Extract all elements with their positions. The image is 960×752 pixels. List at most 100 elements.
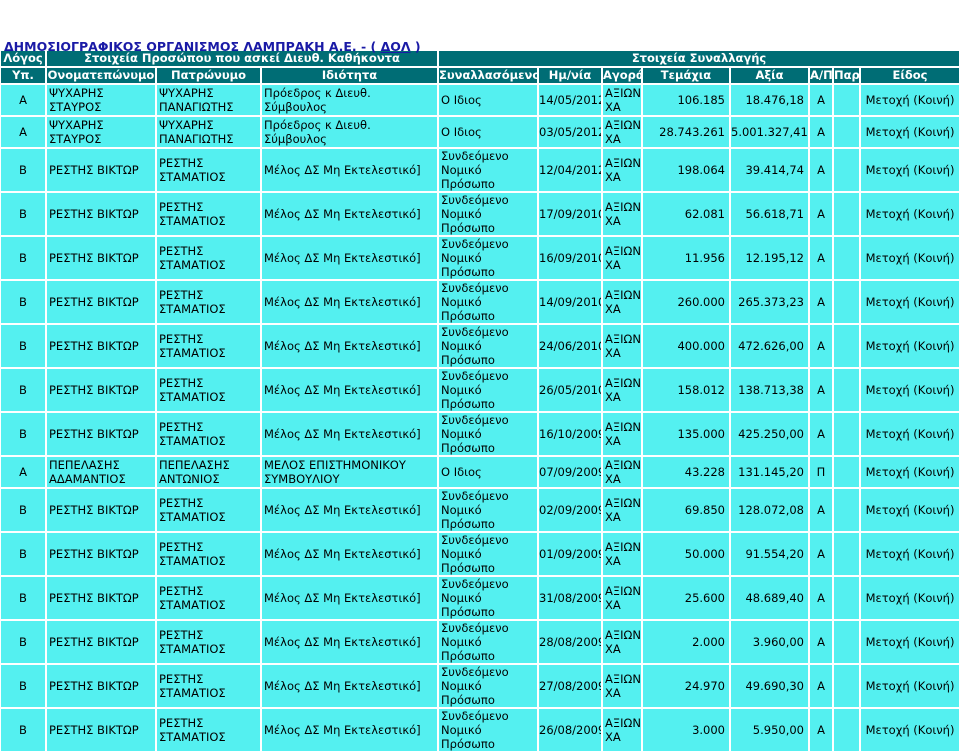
cell-name: ΡΕΣΤΗΣ ΒΙΚΤΩΡ	[46, 368, 156, 412]
cell-counterparty: Συνδεόμενο Νομικό Πρόσωπο	[438, 532, 538, 576]
cell-father: ΡΕΣΤΗΣ ΣΤΑΜΑΤΙΟΣ	[156, 532, 261, 576]
cell-role: Μέλος ΔΣ Μη Εκτελεστικό]	[261, 280, 438, 324]
header-col-type: Είδος	[860, 67, 960, 84]
cell-ap: Α	[809, 324, 833, 368]
header-columns-row: Υπ. Ονοματεπώνυμο Πατρώνυμο Ιδιότητα Συναλλα…	[0, 67, 960, 84]
cell-market: ΑΞΙΩΝ ΧΑ	[602, 84, 642, 116]
cell-role: Μέλος ΔΣ Μη Εκτελεστικό]	[261, 532, 438, 576]
cell-date: 24/06/2010	[538, 324, 602, 368]
cell-father: ΡΕΣΤΗΣ ΣΤΑΜΑΤΙΟΣ	[156, 192, 261, 236]
cell-reason: Β	[0, 620, 46, 664]
cell-date: 16/10/2009	[538, 412, 602, 456]
cell-ap: Α	[809, 532, 833, 576]
cell-ap: Α	[809, 280, 833, 324]
cell-counterparty: Συνδεόμενο Νομικό Πρόσωπο	[438, 192, 538, 236]
cell-reason: Β	[0, 532, 46, 576]
table-row: Β ΡΕΣΤΗΣ ΒΙΚΤΩΡ ΡΕΣΤΗΣ ΣΤΑΜΑΤΙΟΣ Μέλος ΔΣ Μ…	[0, 412, 960, 456]
header-col-market: Αγορά	[602, 67, 642, 84]
cell-reason: Β	[0, 708, 46, 752]
cell-pieces: 400.000	[642, 324, 730, 368]
cell-par	[833, 192, 860, 236]
title-prefix: ΔΗΜΟΣΙΟΓΡΑΦΙΚΟΣ ΟΡΓΑΝΙΣΜΟΣ ΛΑΜΠΡΑΚΗ Α.Ε.…	[4, 39, 381, 54]
cell-counterparty: Συνδεόμενο Νομικό Πρόσωπο	[438, 488, 538, 532]
cell-father: ΠΕΠΕΛΑΣΗΣ ΑΝΤΩΝΙΟΣ	[156, 456, 261, 488]
cell-par	[833, 324, 860, 368]
cell-ap: Α	[809, 148, 833, 192]
cell-counterparty: Συνδεόμενο Νομικό Πρόσωπο	[438, 236, 538, 280]
cell-name: ΡΕΣΤΗΣ ΒΙΚΤΩΡ	[46, 532, 156, 576]
cell-value: 265.373,23	[730, 280, 809, 324]
cell-ap: Α	[809, 368, 833, 412]
cell-reason: Β	[0, 576, 46, 620]
cell-counterparty: Συνδεόμενο Νομικό Πρόσωπο	[438, 280, 538, 324]
cell-pieces: 11.956	[642, 236, 730, 280]
cell-role: Πρόεδρος κ Διευθ. Σύμβουλος	[261, 116, 438, 148]
table-row: Β ΡΕΣΤΗΣ ΒΙΚΤΩΡ ΡΕΣΤΗΣ ΣΤΑΜΑΤΙΟΣ Μέλος ΔΣ Μ…	[0, 620, 960, 664]
cell-value: 425.250,00	[730, 412, 809, 456]
cell-ap: Α	[809, 236, 833, 280]
header-col-pieces: Τεμάχια	[642, 67, 730, 84]
cell-role: Μέλος ΔΣ Μη Εκτελεστικό]	[261, 664, 438, 708]
cell-ap: Α	[809, 664, 833, 708]
table-row: Β ΡΕΣΤΗΣ ΒΙΚΤΩΡ ΡΕΣΤΗΣ ΣΤΑΜΑΤΙΟΣ Μέλος ΔΣ Μ…	[0, 532, 960, 576]
cell-reason: Β	[0, 488, 46, 532]
issuer-link[interactable]: ΔΟΛ	[381, 39, 411, 54]
table-row: Β ΡΕΣΤΗΣ ΒΙΚΤΩΡ ΡΕΣΤΗΣ ΣΤΑΜΑΤΙΟΣ Μέλος ΔΣ Μ…	[0, 280, 960, 324]
cell-counterparty: Συνδεόμενο Νομικό Πρόσωπο	[438, 664, 538, 708]
cell-father: ΡΕΣΤΗΣ ΣΤΑΜΑΤΙΟΣ	[156, 488, 261, 532]
cell-value: 472.626,00	[730, 324, 809, 368]
cell-date: 12/04/2012	[538, 148, 602, 192]
table-row: Β ΡΕΣΤΗΣ ΒΙΚΤΩΡ ΡΕΣΤΗΣ ΣΤΑΜΑΤΙΟΣ Μέλος ΔΣ Μ…	[0, 192, 960, 236]
table-row: Α ΨΥΧΑΡΗΣ ΣΤΑΥΡΟΣ ΨΥΧΑΡΗΣ ΠΑΝΑΓΙΩΤΗΣ Πρόεδρ…	[0, 116, 960, 148]
cell-name: ΡΕΣΤΗΣ ΒΙΚΤΩΡ	[46, 576, 156, 620]
cell-type: Μετοχή (Κοινή)	[860, 532, 960, 576]
cell-type: Μετοχή (Κοινή)	[860, 192, 960, 236]
cell-market: ΑΞΙΩΝ ΧΑ	[602, 324, 642, 368]
cell-counterparty: Ο Ιδιος	[438, 84, 538, 116]
cell-pieces: 62.081	[642, 192, 730, 236]
cell-type: Μετοχή (Κοινή)	[860, 664, 960, 708]
cell-pieces: 198.064	[642, 148, 730, 192]
cell-role: Μέλος ΔΣ Μη Εκτελεστικό]	[261, 412, 438, 456]
cell-name: ΡΕΣΤΗΣ ΒΙΚΤΩΡ	[46, 148, 156, 192]
cell-role: Μέλος ΔΣ Μη Εκτελεστικό]	[261, 192, 438, 236]
cell-value: 12.195,12	[730, 236, 809, 280]
table-body: Α ΨΥΧΑΡΗΣ ΣΤΑΥΡΟΣ ΨΥΧΑΡΗΣ ΠΑΝΑΓΙΩΤΗΣ Πρόεδρ…	[0, 84, 960, 752]
table-row: Β ΡΕΣΤΗΣ ΒΙΚΤΩΡ ΡΕΣΤΗΣ ΣΤΑΜΑΤΙΟΣ Μέλος ΔΣ Μ…	[0, 148, 960, 192]
cell-market: ΑΞΙΩΝ ΧΑ	[602, 620, 642, 664]
cell-date: 17/09/2010	[538, 192, 602, 236]
cell-par	[833, 84, 860, 116]
cell-father: ΡΕΣΤΗΣ ΣΤΑΜΑΤΙΟΣ	[156, 620, 261, 664]
cell-name: ΡΕΣΤΗΣ ΒΙΚΤΩΡ	[46, 708, 156, 752]
cell-father: ΡΕΣΤΗΣ ΣΤΑΜΑΤΙΟΣ	[156, 148, 261, 192]
cell-role: Μέλος ΔΣ Μη Εκτελεστικό]	[261, 576, 438, 620]
cell-name: ΡΕΣΤΗΣ ΒΙΚΤΩΡ	[46, 236, 156, 280]
cell-date: 03/05/2012	[538, 116, 602, 148]
cell-value: 131.145,20	[730, 456, 809, 488]
cell-par	[833, 148, 860, 192]
cell-value: 39.414,74	[730, 148, 809, 192]
cell-market: ΑΞΙΩΝ ΧΑ	[602, 236, 642, 280]
cell-par	[833, 488, 860, 532]
cell-type: Μετοχή (Κοινή)	[860, 456, 960, 488]
cell-type: Μετοχή (Κοινή)	[860, 84, 960, 116]
cell-market: ΑΞΙΩΝ ΧΑ	[602, 488, 642, 532]
cell-date: 16/09/2010	[538, 236, 602, 280]
cell-type: Μετοχή (Κοινή)	[860, 148, 960, 192]
cell-reason: Α	[0, 116, 46, 148]
cell-type: Μετοχή (Κοινή)	[860, 236, 960, 280]
cell-father: ΡΕΣΤΗΣ ΣΤΑΜΑΤΙΟΣ	[156, 324, 261, 368]
cell-date: 14/05/2012	[538, 84, 602, 116]
cell-counterparty: Ο Ιδιος	[438, 456, 538, 488]
cell-par	[833, 368, 860, 412]
cell-name: ΡΕΣΤΗΣ ΒΙΚΤΩΡ	[46, 488, 156, 532]
cell-father: ΡΕΣΤΗΣ ΣΤΑΜΑΤΙΟΣ	[156, 576, 261, 620]
cell-par	[833, 280, 860, 324]
cell-counterparty: Συνδεόμενο Νομικό Πρόσωπο	[438, 412, 538, 456]
cell-father: ΨΥΧΑΡΗΣ ΠΑΝΑΓΙΩΤΗΣ	[156, 84, 261, 116]
cell-ap: Α	[809, 192, 833, 236]
cell-reason: Β	[0, 412, 46, 456]
cell-value: 91.554,20	[730, 532, 809, 576]
cell-father: ΡΕΣΤΗΣ ΣΤΑΜΑΤΙΟΣ	[156, 708, 261, 752]
cell-name: ΡΕΣΤΗΣ ΒΙΚΤΩΡ	[46, 324, 156, 368]
